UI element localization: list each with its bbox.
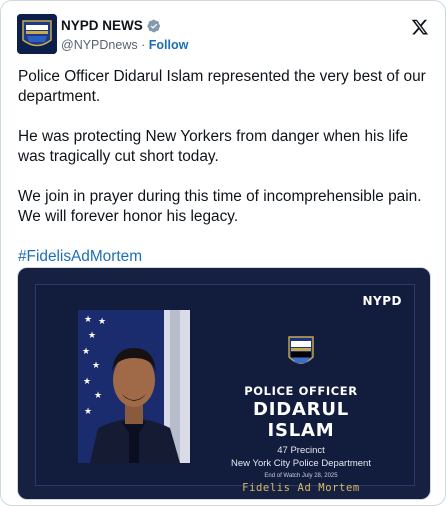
tweet-paragraph: Police Officer Didarul Islam represented… [18,68,426,105]
svg-text:★: ★ [84,315,92,325]
tweet-paragraph: He was protecting New Yorkers from dange… [18,128,409,165]
memorial-motto: Fidelis Ad Mortem [242,482,360,494]
author-names: NYPD NEWS @NYPDnews · Follow [61,17,188,54]
police-department-badge-icon [288,336,314,364]
nypd-corner-label: NYPD [362,294,402,308]
hashtag-link[interactable]: #FidelisAdMortem [18,248,142,265]
verified-badge-icon [147,19,160,32]
svg-text:★: ★ [83,377,91,387]
tweet-paragraph: We join in prayer during this time of in… [18,188,422,225]
author-display-name[interactable]: NYPD NEWS [61,18,143,33]
officer-precinct: 47 Precinct [277,445,325,456]
follow-button[interactable]: Follow [149,38,189,52]
svg-text:★: ★ [84,407,92,417]
handle-separator: · [141,38,146,52]
author-handle[interactable]: @NYPDnews [61,38,138,52]
officer-name: DIDARUL ISLAM [252,399,350,441]
officer-info: POLICE OFFICER DIDARUL ISLAM 47 Precinct… [216,335,386,494]
x-logo-icon[interactable] [411,18,429,36]
avatar[interactable] [17,14,57,54]
tweet-text: Police Officer Didarul Islam represented… [18,67,428,267]
officer-portrait-image: ★ ★ ★★ ★★ ★★ [78,310,190,463]
svg-text:★: ★ [88,331,96,341]
svg-text:★: ★ [92,361,100,371]
tweet-media-image[interactable]: NYPD ★ ★ ★ ★ ★ ★ ★ ★ POLICE OFFICER DIDA… [17,267,431,500]
svg-text:★: ★ [98,317,106,327]
officer-department: New York City Police Department [231,458,371,469]
end-of-watch: End of Watch July 28, 2025 [264,473,338,479]
nypd-patch-icon [17,14,57,54]
tweet-card: NYPD NEWS @NYPDnews · Follow Police Offi… [0,0,446,506]
svg-text:★: ★ [82,347,90,357]
svg-text:★: ★ [94,391,102,401]
memorial-card: NYPD ★ ★ ★ ★ ★ ★ ★ ★ POLICE OFFICER DIDA… [35,284,415,494]
officer-photo: ★ ★ ★ ★ ★ ★ ★ ★ [78,310,190,463]
officer-rank: POLICE OFFICER [244,384,358,398]
author-handle-row: @NYPDnews · Follow [61,38,188,54]
tweet-header: NYPD NEWS @NYPDnews · Follow [17,14,431,58]
